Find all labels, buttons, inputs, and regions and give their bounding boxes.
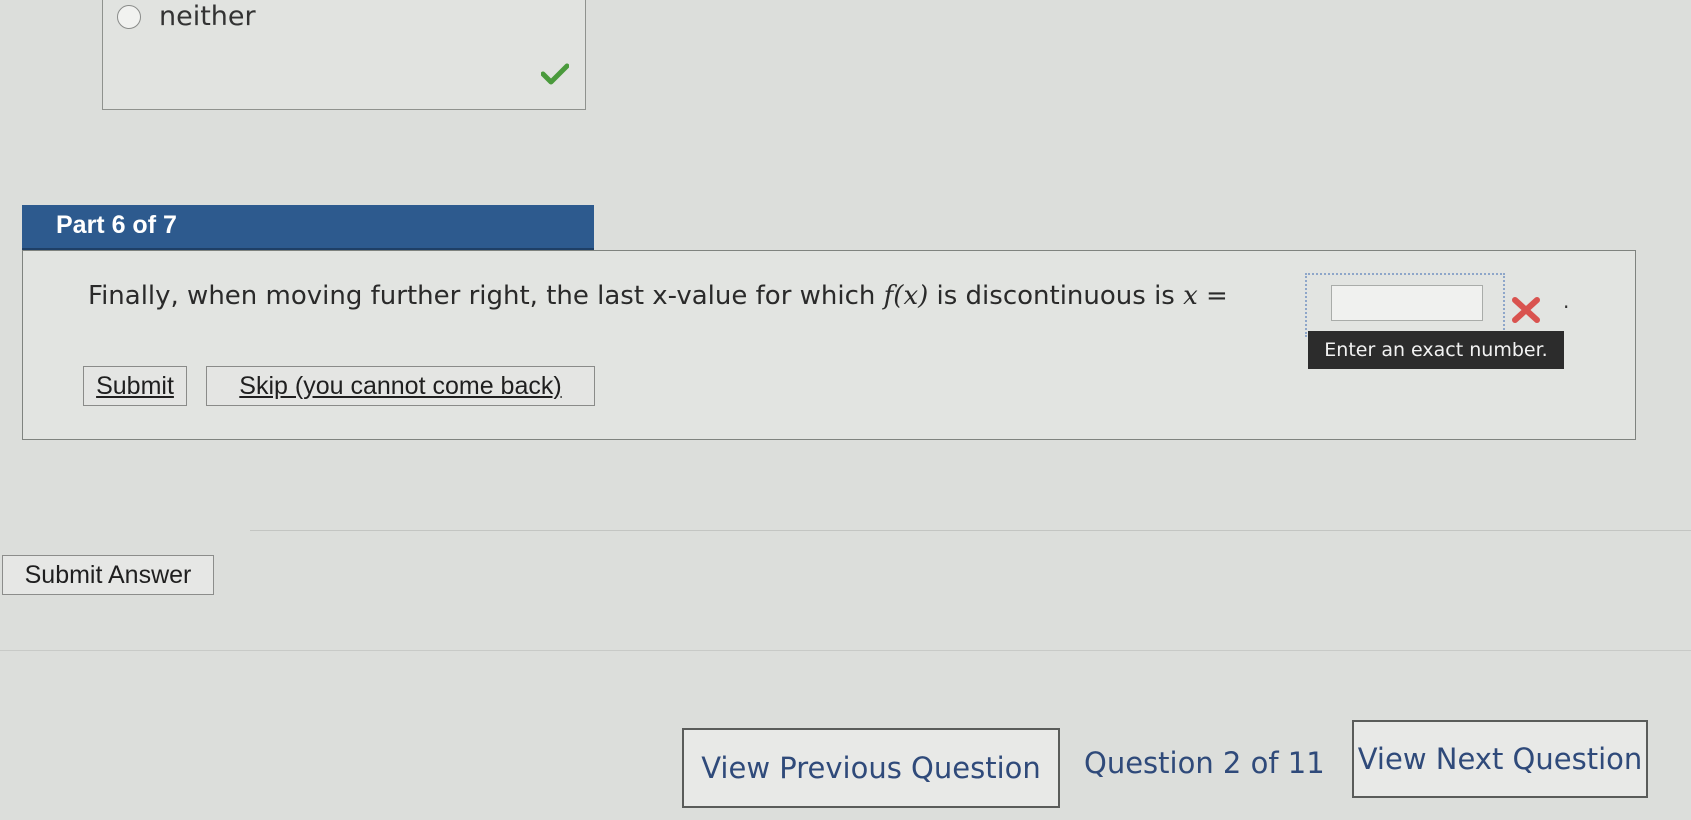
skip-button[interactable]: Skip (you cannot come back): [206, 366, 595, 406]
page: neither Part 6 of 7 Finally, when moving…: [0, 0, 1691, 820]
part-header: Part 6 of 7: [22, 205, 594, 250]
variable-label: x: [1183, 281, 1198, 311]
option-label-neither: neither: [159, 1, 256, 32]
wrong-x-icon: [1512, 297, 1540, 323]
divider: [250, 530, 1691, 531]
radio-neither[interactable]: [117, 5, 141, 29]
part-title: Part 6 of 7: [56, 211, 177, 239]
view-next-question-button[interactable]: View Next Question: [1352, 720, 1648, 798]
view-previous-question-button[interactable]: View Previous Question: [682, 728, 1060, 808]
answer-input[interactable]: [1331, 285, 1483, 321]
checkmark-icon: [541, 63, 569, 85]
question-text: Finally, when moving further right, the …: [88, 281, 1228, 311]
hint-tooltip: Enter an exact number.: [1308, 331, 1564, 369]
question-counter: Question 2 of 11: [1084, 746, 1325, 780]
submit-button[interactable]: Submit: [83, 366, 187, 406]
question-prefix: Finally, when moving further right, the …: [88, 281, 884, 311]
divider: [0, 650, 1691, 651]
equals-sign: =: [1206, 281, 1228, 311]
submit-answer-button[interactable]: Submit Answer: [2, 555, 214, 595]
part-panel: Finally, when moving further right, the …: [22, 250, 1636, 440]
function-label: f(x): [883, 281, 929, 311]
previous-part-panel: neither: [102, 0, 586, 110]
question-suffix: is discontinuous is: [928, 281, 1184, 311]
sentence-period: .: [1563, 289, 1570, 313]
answer-focus-outline: [1305, 273, 1505, 337]
